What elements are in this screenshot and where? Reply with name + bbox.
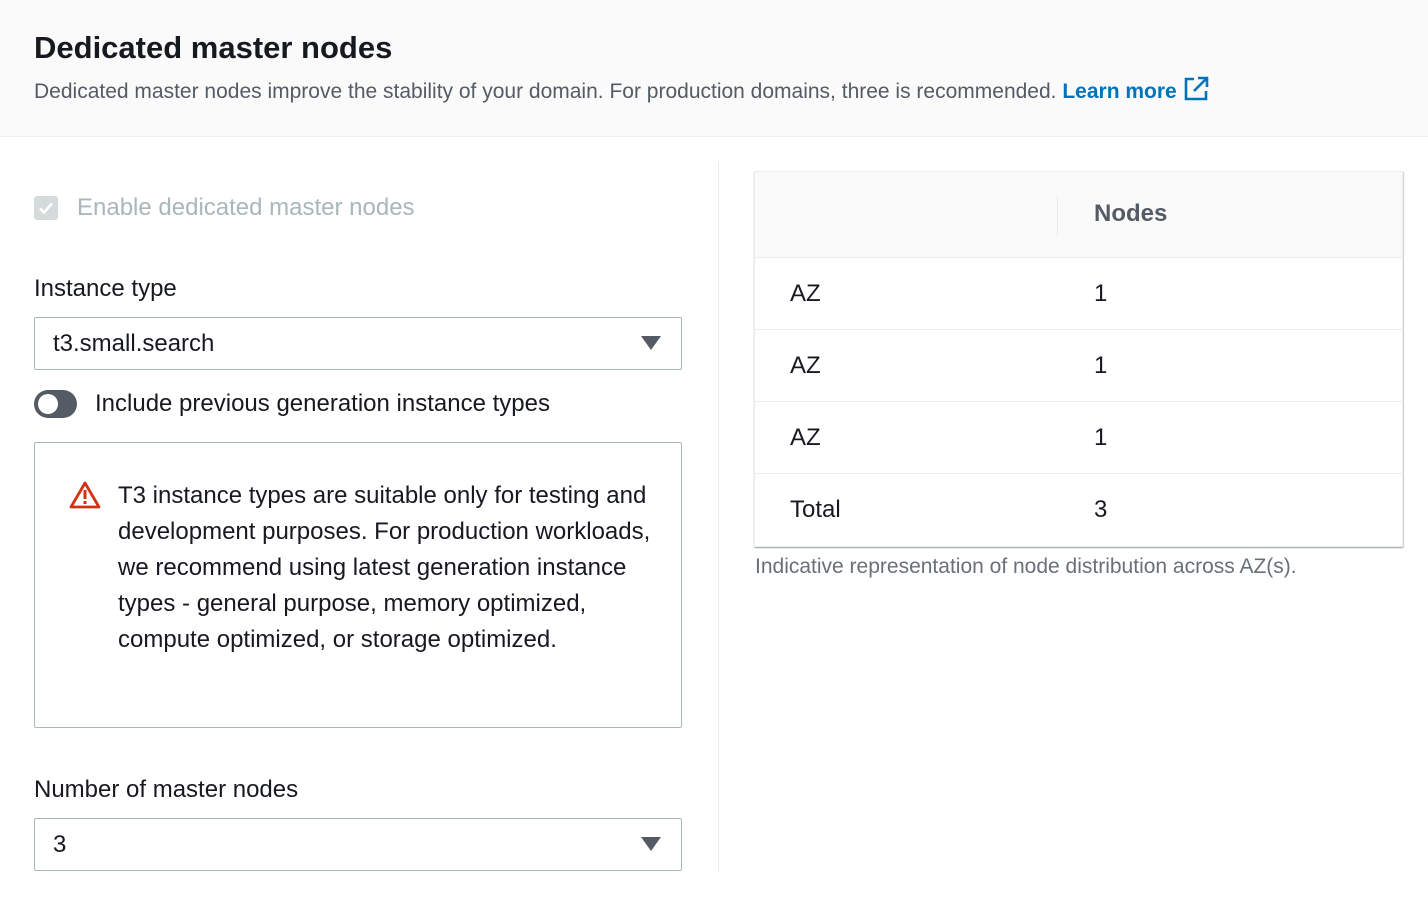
master-nodes-select[interactable]: 3	[34, 818, 682, 871]
table-row: AZ 1	[755, 330, 1402, 402]
total-label-cell: Total	[790, 496, 841, 523]
column-divider	[718, 162, 719, 872]
table-total-row: Total 3	[755, 474, 1402, 546]
warning-icon	[69, 481, 101, 514]
table-caption: Indicative representation of node distri…	[755, 555, 1297, 578]
nodes-cell: 1	[1094, 280, 1108, 307]
enable-dedicated-master-label: Enable dedicated master nodes	[77, 194, 415, 221]
previous-generation-label: Include previous generation instance typ…	[95, 390, 550, 417]
table-row: AZ 1	[755, 258, 1402, 330]
warning-text: T3 instance types are suitable only for …	[118, 482, 651, 653]
checkbox-checked-icon[interactable]	[34, 196, 58, 220]
description-text: Dedicated master nodes improve the stabi…	[34, 80, 1057, 103]
instance-type-select[interactable]: t3.small.search	[34, 317, 682, 370]
learn-more-label: Learn more	[1062, 80, 1177, 103]
column-separator	[1057, 196, 1058, 236]
caret-down-icon	[641, 336, 661, 350]
master-nodes-label: Number of master nodes	[34, 776, 299, 803]
node-distribution-table: Nodes AZ 1 AZ 1 AZ 1 Total 3	[754, 171, 1403, 547]
learn-more-link[interactable]: Learn more	[1062, 76, 1209, 103]
external-link-icon	[1183, 76, 1209, 108]
table-header-nodes: Nodes	[1094, 200, 1168, 227]
az-cell: AZ	[790, 280, 821, 307]
instance-type-value: t3.small.search	[53, 329, 215, 357]
section-description: Dedicated master nodes improve the stabi…	[34, 76, 1209, 108]
total-nodes-cell: 3	[1094, 496, 1108, 523]
table-row: AZ 1	[755, 402, 1402, 474]
az-cell: AZ	[790, 352, 821, 379]
nodes-cell: 1	[1094, 424, 1108, 451]
t3-warning-alert: T3 instance types are suitable only for …	[34, 442, 682, 728]
enable-dedicated-master-checkbox[interactable]: Enable dedicated master nodes	[34, 194, 415, 222]
previous-generation-toggle-row: Include previous generation instance typ…	[34, 390, 550, 418]
section-header: Dedicated master nodes Dedicated master …	[0, 0, 1428, 137]
table-header: Nodes	[755, 172, 1402, 258]
master-nodes-value: 3	[53, 830, 67, 858]
previous-generation-toggle[interactable]	[34, 390, 77, 418]
toggle-knob	[38, 394, 58, 414]
az-cell: AZ	[790, 424, 821, 451]
caret-down-icon	[641, 837, 661, 851]
instance-type-label: Instance type	[34, 275, 177, 302]
section-title: Dedicated master nodes	[34, 30, 393, 65]
nodes-cell: 1	[1094, 352, 1108, 379]
